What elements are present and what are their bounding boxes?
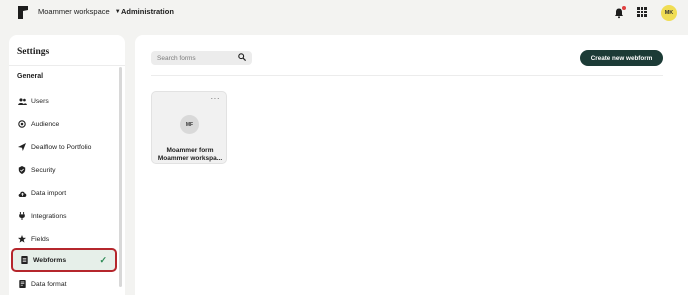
audience-icon bbox=[17, 120, 27, 128]
sidebar-item-webforms[interactable]: Webforms ✓ bbox=[11, 248, 117, 272]
plug-icon bbox=[17, 212, 27, 220]
sidebar-item-label: Users bbox=[31, 97, 49, 105]
sidebar-item-integrations[interactable]: Integrations bbox=[11, 206, 117, 226]
send-icon bbox=[17, 143, 27, 151]
avatar[interactable]: MK bbox=[661, 5, 677, 21]
document-icon bbox=[17, 280, 27, 288]
notification-dot bbox=[622, 6, 626, 10]
form-icon bbox=[19, 256, 29, 264]
cloud-upload-icon bbox=[17, 190, 27, 197]
create-new-webform-button[interactable]: Create new webform bbox=[580, 50, 663, 66]
star-icon bbox=[17, 235, 27, 243]
webform-workspace: Moammer workspa... bbox=[157, 155, 223, 162]
sidebar-item-label: Webforms bbox=[33, 256, 67, 264]
form-initials-badge: MF bbox=[180, 115, 199, 134]
sidebar-item-label: Security bbox=[31, 166, 56, 174]
sidebar-item-fields[interactable]: Fields bbox=[11, 229, 117, 249]
divider bbox=[151, 75, 663, 76]
webform-name: Moammer form Moammer workspa... bbox=[152, 147, 228, 163]
more-options-icon[interactable]: ··· bbox=[211, 94, 221, 103]
sidebar-item-label: Data format bbox=[31, 280, 67, 288]
webform-title: Moammer form bbox=[166, 147, 214, 154]
breadcrumb-administration[interactable]: Administration bbox=[121, 7, 174, 16]
sidebar-title: Settings bbox=[17, 47, 50, 57]
group-label-general: General bbox=[17, 73, 44, 80]
chevron-down-icon: ▼ bbox=[114, 8, 121, 15]
check-icon: ✓ bbox=[99, 254, 107, 265]
sidebar-item-audience[interactable]: Audience bbox=[11, 114, 117, 134]
sidebar-item-label: Audience bbox=[31, 120, 60, 128]
sidebar-item-label: Dealflow to Portfolio bbox=[31, 143, 92, 151]
main-panel: Create new webform ··· MF Moammer form M… bbox=[135, 35, 688, 295]
search-box[interactable] bbox=[151, 51, 252, 65]
sidebar-item-data-import[interactable]: Data import bbox=[11, 183, 117, 203]
sidebar-item-data-format[interactable]: Data format bbox=[11, 274, 117, 294]
settings-sidebar: Settings General Users Audience Dealflow… bbox=[9, 35, 125, 295]
sidebar-item-label: Fields bbox=[31, 235, 50, 243]
sidebar-item-dealflow-to-portfolio[interactable]: Dealflow to Portfolio bbox=[11, 137, 117, 157]
divider bbox=[9, 65, 125, 66]
sidebar-item-label: Data import bbox=[31, 189, 67, 197]
users-icon bbox=[17, 97, 27, 105]
sidebar-item-label: Integrations bbox=[31, 212, 67, 220]
sidebar-item-security[interactable]: Security bbox=[11, 160, 117, 180]
search-input[interactable] bbox=[157, 54, 233, 62]
top-bar: Moammer workspace ▼ Administration MK bbox=[0, 0, 688, 26]
shield-icon bbox=[17, 166, 27, 174]
webform-card[interactable]: ··· MF Moammer form Moammer workspa... bbox=[151, 91, 227, 164]
sidebar-scrollbar[interactable] bbox=[119, 67, 122, 287]
logo-icon[interactable] bbox=[17, 5, 29, 20]
search-icon[interactable] bbox=[238, 53, 247, 63]
apps-grid-icon[interactable] bbox=[637, 7, 647, 17]
workspace-name: Moammer workspace bbox=[38, 7, 110, 16]
notifications-button[interactable] bbox=[613, 6, 626, 19]
sidebar-item-users[interactable]: Users bbox=[11, 91, 117, 111]
workspace-switcher[interactable]: Moammer workspace ▼ bbox=[38, 7, 121, 16]
